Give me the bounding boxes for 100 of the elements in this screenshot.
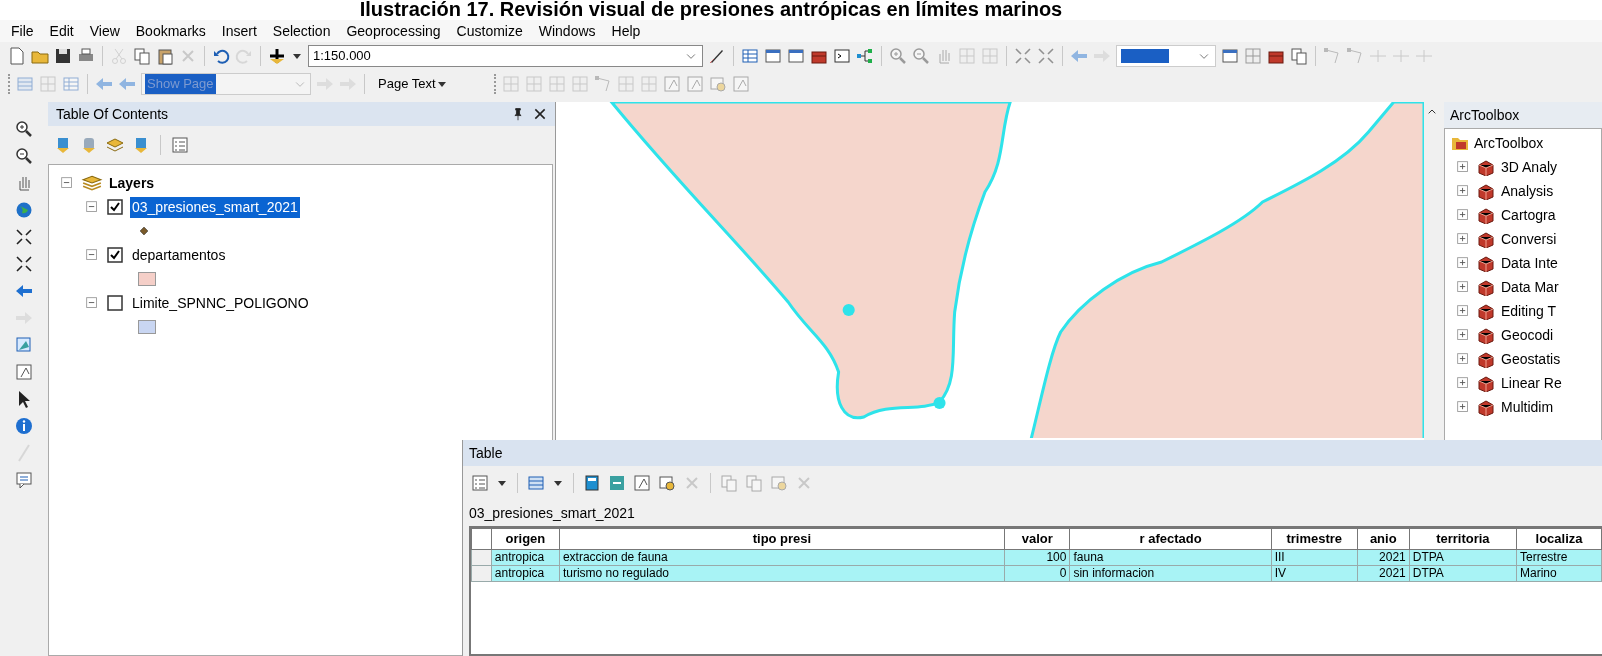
menu-item[interactable]: Selection	[265, 20, 338, 42]
copy-icon[interactable]	[1290, 47, 1308, 65]
checked-checkbox[interactable]	[106, 246, 124, 264]
checkbox[interactable]	[106, 294, 124, 312]
save-icon[interactable]	[54, 47, 72, 65]
caret-icon[interactable]	[498, 480, 506, 486]
expand-icon[interactable]	[1455, 303, 1471, 319]
expand-icon[interactable]	[1455, 351, 1471, 367]
calculator-icon[interactable]	[583, 474, 601, 492]
zoom-out-icon[interactable]	[15, 147, 33, 165]
fields-icon[interactable]	[527, 474, 545, 492]
undo-icon[interactable]	[212, 47, 230, 65]
zoom-in-icon[interactable]	[15, 120, 33, 138]
menu-item[interactable]: Help	[604, 20, 648, 42]
select-features-icon[interactable]	[15, 336, 33, 354]
toolbox-label[interactable]: Editing T	[1501, 300, 1556, 322]
column-header[interactable]: origen	[491, 528, 560, 549]
menu-item[interactable]: Windows	[531, 20, 603, 42]
grid-icon	[639, 75, 658, 93]
pin-icon[interactable]	[511, 107, 525, 121]
inward-arrows-icon	[1014, 47, 1032, 65]
html-popup-icon[interactable]	[15, 471, 33, 489]
layer-name[interactable]: 03_presiones_smart_2021	[130, 196, 300, 218]
toolbox-label[interactable]: Geocodi	[1501, 324, 1554, 346]
toolbox-label[interactable]: Conversi	[1501, 228, 1557, 250]
info-icon[interactable]	[15, 417, 33, 435]
column-header[interactable]: localiza	[1516, 528, 1602, 549]
menu-item[interactable]: Edit	[42, 20, 81, 42]
back-arrow-icon	[1070, 47, 1088, 65]
scale-field[interactable]: 1:150.000	[308, 45, 703, 67]
toolbox-label[interactable]: ArcToolbox	[1474, 132, 1544, 154]
menu-item[interactable]: Insert	[214, 20, 264, 42]
caret-icon[interactable]	[554, 480, 562, 486]
outward-arrows-icon	[1037, 47, 1055, 65]
column-header[interactable]: trimestre	[1271, 528, 1358, 549]
clipboard-icon[interactable]	[156, 47, 174, 65]
close-icon[interactable]	[533, 107, 547, 121]
table-tab[interactable]: 03_presiones_smart_2021	[463, 500, 1602, 526]
expand-icon[interactable]	[1455, 207, 1471, 223]
toolbox-icon	[1476, 302, 1496, 320]
toolbox-label[interactable]: Data Mar	[1501, 276, 1559, 298]
expand-icon[interactable]	[1455, 327, 1471, 343]
list-icon[interactable]	[471, 474, 489, 492]
column-header[interactable]: tipo presi	[559, 528, 1005, 549]
toolbox-label[interactable]: Multidim	[1501, 396, 1554, 418]
globe-icon[interactable]	[15, 201, 33, 219]
expand-icon[interactable]	[1455, 159, 1471, 175]
window-icon[interactable]	[764, 47, 782, 65]
column-header[interactable]: territoria	[1409, 528, 1517, 549]
checked-checkbox[interactable]	[106, 198, 124, 216]
zoom-field[interactable]	[1116, 45, 1216, 67]
python-window-icon[interactable]	[833, 47, 851, 65]
layer-name[interactable]: Limite_SPNNC_POLIGONO	[130, 292, 311, 314]
zoom-out-icon	[912, 47, 930, 65]
table-cell: DTPA	[1409, 565, 1517, 581]
scissors-icon	[110, 47, 128, 65]
expand-icon[interactable]	[1455, 231, 1471, 247]
menu-item[interactable]: File	[4, 20, 41, 42]
toolbox-label[interactable]: Analysis	[1501, 180, 1554, 202]
outward-arrows-icon[interactable]	[15, 255, 33, 273]
expand-icon[interactable]	[1455, 375, 1471, 391]
grid-icon	[981, 47, 999, 65]
column-header[interactable]: valor	[1004, 528, 1070, 549]
window-title: Table	[463, 440, 1602, 466]
menu-item[interactable]: Bookmarks	[128, 20, 213, 42]
toolbox-label[interactable]: Linear Re	[1501, 372, 1562, 394]
toolbox-label[interactable]: Geostatis	[1501, 348, 1561, 370]
menu-item[interactable]: Geoprocessing	[339, 20, 448, 42]
copy-icon	[745, 474, 763, 492]
layer-name[interactable]: departamentos	[130, 244, 228, 266]
expand-icon[interactable]	[1455, 255, 1471, 271]
table-cell: DTPA	[1409, 549, 1517, 565]
inward-arrows-icon[interactable]	[15, 228, 33, 246]
table-cell: IV	[1271, 565, 1358, 581]
expand-icon[interactable]	[1455, 399, 1471, 415]
grid-icon	[570, 75, 589, 93]
menu-item[interactable]: Customize	[449, 20, 530, 42]
copy-icon[interactable]	[133, 47, 151, 65]
back-arrow-icon[interactable]	[15, 282, 33, 300]
toolbox-label[interactable]: 3D Analy	[1501, 156, 1558, 178]
toolbox-label[interactable]: Data Inte	[1501, 252, 1558, 274]
window-icon[interactable]	[787, 47, 805, 65]
expand-icon[interactable]	[1455, 183, 1471, 199]
window-icon[interactable]	[1221, 47, 1239, 65]
page-text-button[interactable]: Page Text	[372, 74, 454, 94]
pencil-icon[interactable]	[708, 47, 726, 65]
plus-icon[interactable]	[268, 47, 286, 65]
table-icon[interactable]	[741, 47, 759, 65]
list-icon[interactable]	[171, 136, 189, 154]
caret-icon[interactable]	[293, 53, 301, 59]
column-header[interactable]: r afectado	[1069, 528, 1272, 549]
back-arrow-icon	[118, 75, 136, 93]
column-header[interactable]: anio	[1357, 528, 1410, 549]
layers-icon[interactable]	[106, 136, 124, 154]
panel-title: Table Of Contents	[56, 104, 169, 124]
diagram-icon[interactable]	[856, 47, 874, 65]
document-icon[interactable]	[8, 47, 26, 65]
toolbox-label[interactable]: Cartogra	[1501, 204, 1556, 226]
menu-item[interactable]: View	[82, 20, 127, 42]
expand-icon[interactable]	[1455, 279, 1471, 295]
